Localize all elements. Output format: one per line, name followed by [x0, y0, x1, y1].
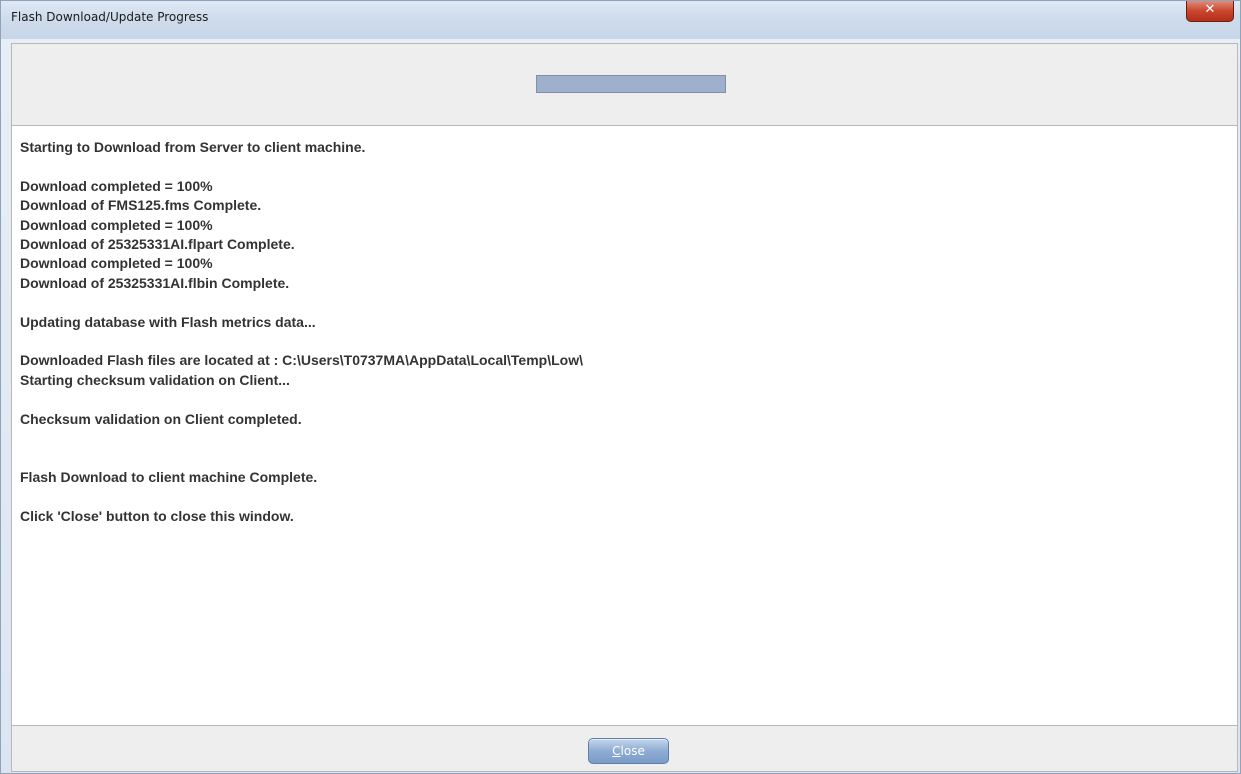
window-title: Flash Download/Update Progress: [11, 10, 209, 24]
log-line: Flash Download to client machine Complet…: [20, 468, 318, 485]
log-line: Checksum validation on Client completed.: [20, 410, 302, 427]
log-line: Click 'Close' button to close this windo…: [20, 507, 294, 524]
log-line: Download of 25325331AI.flpart Complete.: [20, 236, 295, 253]
window-close-icon[interactable]: ✕: [1186, 1, 1234, 22]
log-line: Starting to Download from Server to clie…: [20, 139, 366, 155]
log-output-area[interactable]: Starting to Download from Server to clie…: [11, 125, 1238, 726]
progress-bar-fill: [537, 76, 725, 92]
progress-panel: [11, 43, 1238, 125]
log-line: Updating database with Flash metrics dat…: [20, 313, 316, 330]
close-button-mnemonic: C: [612, 744, 621, 758]
close-button[interactable]: Close: [588, 738, 669, 764]
progress-dialog-window: Flash Download/Update Progress ✕ Startin…: [0, 0, 1241, 774]
log-line: Download completed = 100%: [20, 255, 213, 272]
log-line: Downloaded Flash files are located at : …: [20, 352, 583, 369]
close-button-label: lose: [620, 744, 645, 758]
log-line: Download completed = 100%: [20, 177, 213, 194]
log-line: Starting checksum validation on Client..…: [20, 371, 290, 388]
log-line: Download completed = 100%: [20, 216, 213, 233]
progress-bar: [536, 75, 726, 93]
log-line: Download of FMS125.fms Complete.: [20, 197, 262, 214]
footer-bar: Close: [11, 726, 1238, 772]
log-line: Download of 25325331AI.flbin Complete.: [20, 274, 290, 291]
title-bar[interactable]: Flash Download/Update Progress ✕: [1, 1, 1240, 39]
